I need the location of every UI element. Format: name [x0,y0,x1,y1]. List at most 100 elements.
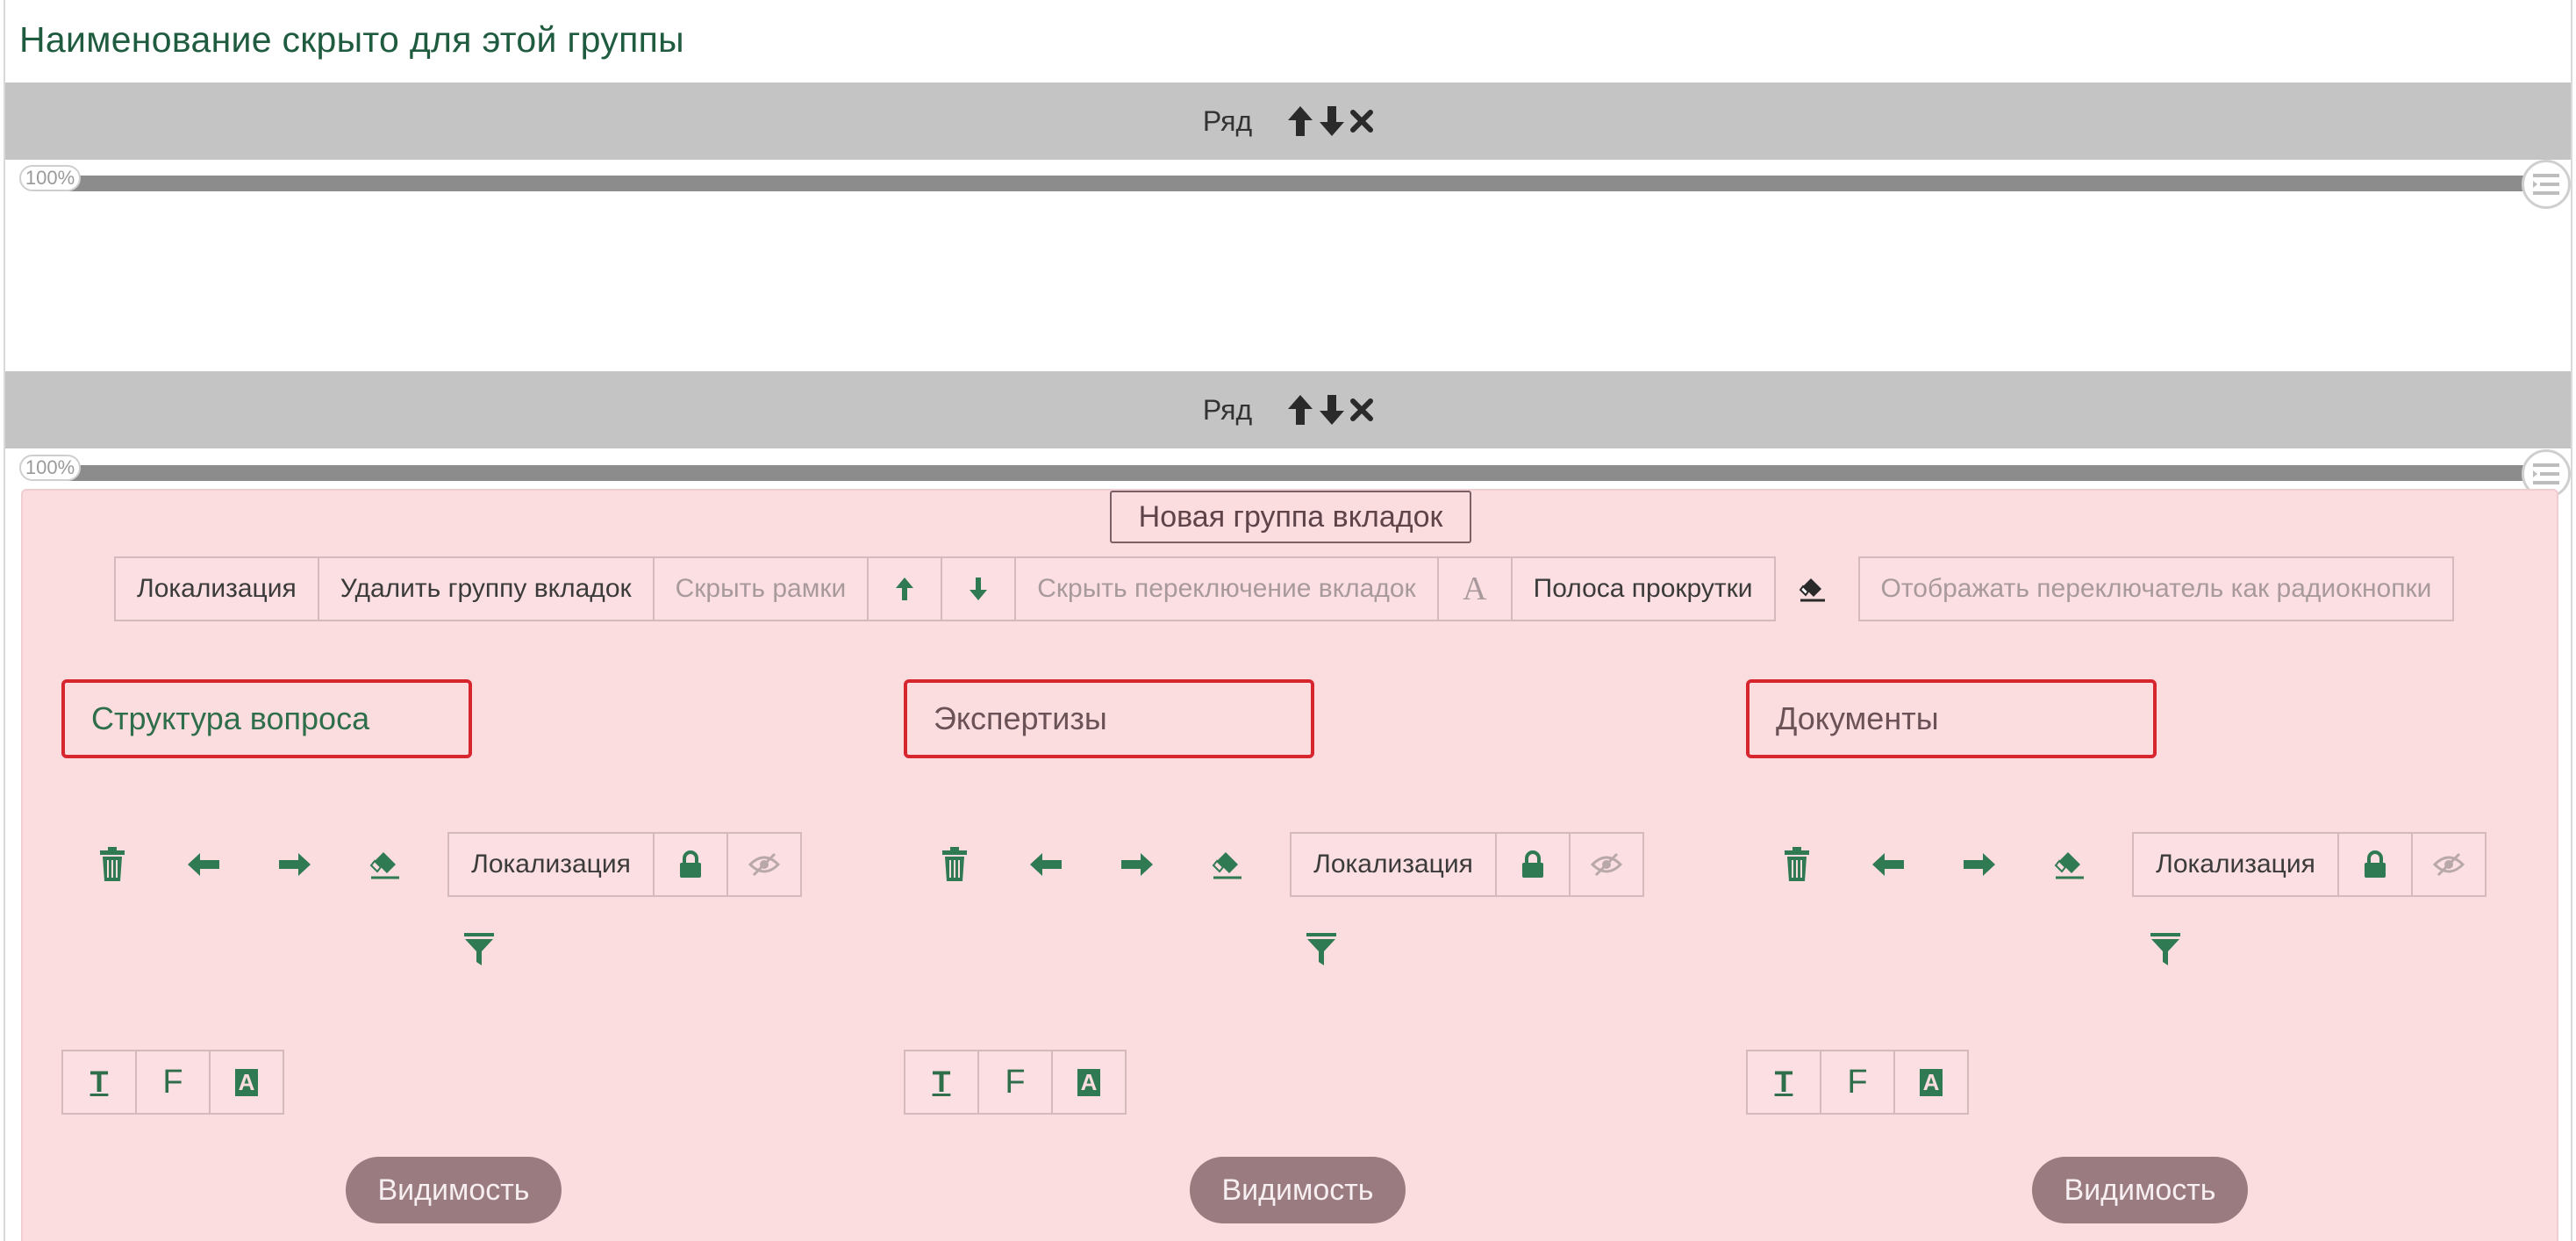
list-lines-icon [2533,463,2559,484]
eraser-icon [369,852,399,879]
row-width-percent: 100% [19,455,81,481]
filter-icon [464,933,494,965]
delete-tab-button[interactable] [1751,832,1843,897]
filter-icon [2150,933,2180,965]
trash-icon [100,847,125,881]
move-tab-left-button[interactable] [1000,832,1091,897]
clear-tab-format-button[interactable] [1183,832,1274,897]
move-row-up-icon[interactable] [1287,394,1313,426]
text-color-icon: A [1919,1068,1943,1096]
delete-row-icon[interactable] [1350,110,1374,133]
text-color-icon: A [234,1068,259,1096]
page-title: Наименование скрыто для этой группы [19,19,684,60]
tab-1-actions: Локализация [67,832,802,897]
text-style-button[interactable]: T [1746,1050,1821,1115]
hide-tab-switching-button[interactable]: Скрыть переключение вкладок [1014,556,1439,621]
font-button[interactable]: A [1436,556,1513,621]
tab-filter-button[interactable] [463,932,495,972]
arrow-left-icon [188,853,219,876]
lock-tab-button[interactable] [653,832,728,897]
tab-localization-button[interactable]: Локализация [447,832,655,897]
text-underline-icon: T [932,1065,951,1099]
visibility-button[interactable]: Видимость [1190,1157,1406,1223]
visibility-button[interactable]: Видимость [346,1157,562,1223]
arrow-left-icon [1872,853,1904,876]
row-width-percent: 100% [19,165,81,191]
hide-tab-button[interactable] [1569,832,1644,897]
lock-tab-button[interactable] [1495,832,1571,897]
tab-filter-button[interactable] [2150,932,2181,972]
text-color-button[interactable]: A [209,1050,284,1115]
tab-localization-group: Локализация [1290,832,1644,897]
clear-tab-format-button[interactable] [340,832,432,897]
slider-track[interactable] [53,176,2532,191]
tab-name-field-1[interactable]: Структура вопроса [61,679,472,758]
trash-icon [1785,847,1809,881]
hide-borders-button[interactable]: Скрыть рамки [652,556,869,621]
move-row-up-icon[interactable] [1287,105,1313,137]
text-color-button[interactable]: A [1893,1050,1969,1115]
scrollbar-button[interactable]: Полоса прокрутки [1510,556,1776,621]
move-row-down-icon[interactable] [1319,105,1345,137]
localization-button[interactable]: Локализация [114,556,319,621]
move-group-up-button[interactable] [867,556,943,621]
text-style-button[interactable]: T [904,1050,979,1115]
eraser-icon [2054,852,2084,879]
font-f-icon: F [162,1063,183,1101]
tab-localization-group: Локализация [447,832,802,897]
tab-localization-button[interactable]: Локализация [2132,832,2339,897]
row-label: Ряд [1202,104,1253,137]
row-header-2: Ряд [5,371,2571,448]
move-tab-right-button[interactable] [249,832,340,897]
clear-format-button[interactable] [1776,556,1851,621]
eraser-icon [1799,578,1825,602]
move-row-down-icon[interactable] [1319,394,1345,426]
move-tab-left-button[interactable] [158,832,249,897]
eye-slash-icon [1591,852,1622,877]
hide-tab-button[interactable] [2411,832,2487,897]
delete-tab-button[interactable] [909,832,1000,897]
arrow-right-icon [1121,853,1153,876]
eye-slash-icon [748,852,780,877]
tab-localization-button[interactable]: Локализация [1290,832,1497,897]
radio-switch-button[interactable]: Отображать переключатель как радиокнопки [1857,556,2455,621]
move-group-down-button[interactable] [941,556,1017,621]
tab-3-format-buttons: T F A [1746,1050,1969,1115]
text-color-button[interactable]: A [1051,1050,1127,1115]
slider-handle[interactable] [2522,160,2571,209]
tab-filter-button[interactable] [1306,932,1337,972]
lock-tab-button[interactable] [2337,832,2413,897]
font-family-button[interactable]: F [1820,1050,1895,1115]
delete-row-icon[interactable] [1350,398,1374,421]
move-tab-right-button[interactable] [1091,832,1183,897]
text-underline-icon: T [89,1065,109,1099]
arrow-right-icon [279,853,311,876]
tab-1-format-buttons: T F A [61,1050,284,1115]
arrow-up-icon [896,577,914,600]
tab-name-field-2[interactable]: Экспертизы [904,679,1314,758]
list-lines-icon [2533,174,2559,195]
move-tab-left-button[interactable] [1843,832,1934,897]
text-underline-icon: T [1774,1065,1793,1099]
row-width-slider-2[interactable]: 100% [19,449,2571,499]
slider-track[interactable] [53,465,2532,481]
move-tab-right-button[interactable] [1934,832,2025,897]
filter-icon [1306,933,1336,965]
visibility-button[interactable]: Видимость [2032,1157,2248,1223]
delete-tab-group-button[interactable]: Удалить группу вкладок [317,556,655,621]
delete-tab-button[interactable] [67,832,158,897]
hide-tab-button[interactable] [726,832,802,897]
eye-slash-icon [2433,852,2465,877]
row-label: Ряд [1202,393,1253,426]
font-f-icon: F [1847,1063,1868,1101]
tab-name-field-3[interactable]: Документы [1746,679,2157,758]
row-width-slider-1[interactable]: 100% [19,160,2571,209]
tab-group-title[interactable]: Новая группа вкладок [1110,491,1471,543]
clear-tab-format-button[interactable] [2025,832,2116,897]
tab-3-actions: Локализация [1751,832,2487,897]
font-family-button[interactable]: F [135,1050,211,1115]
text-style-button[interactable]: T [61,1050,137,1115]
trash-icon [942,847,967,881]
font-family-button[interactable]: F [977,1050,1053,1115]
font-f-icon: F [1005,1063,1026,1101]
